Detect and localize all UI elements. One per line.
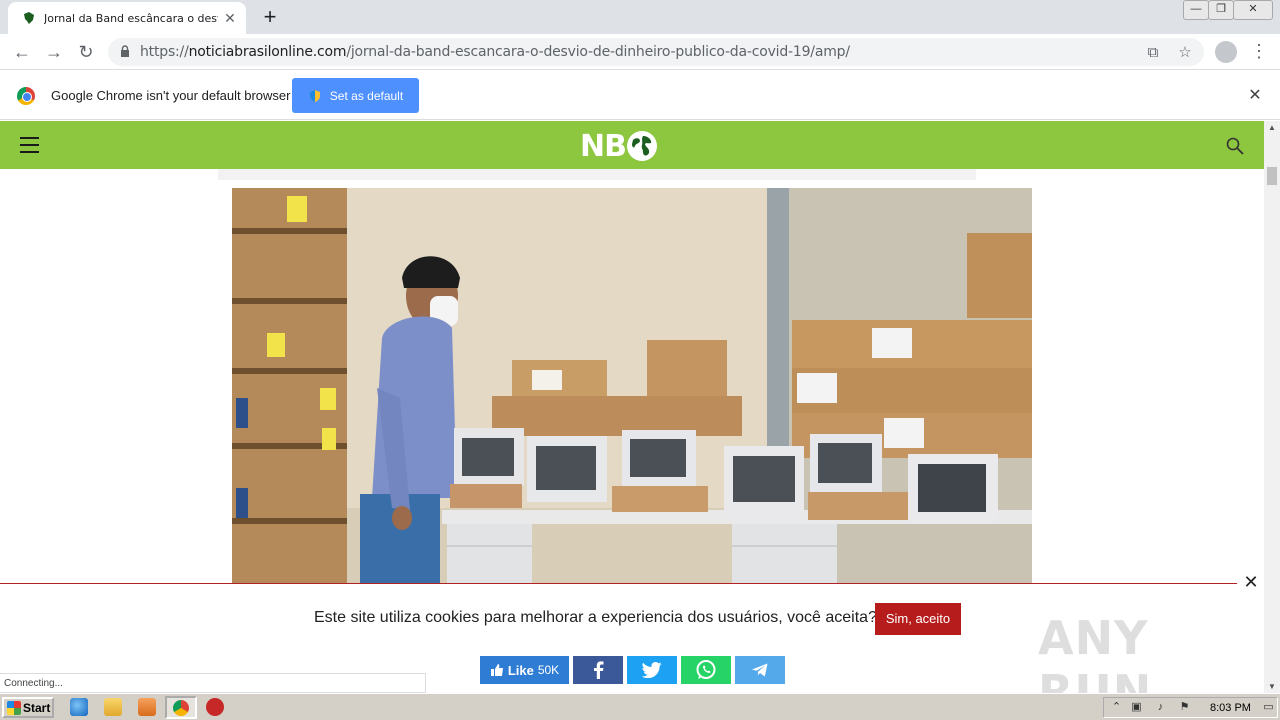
forward-arrow-icon[interactable]: → — [42, 40, 66, 64]
article-hero-image[interactable] — [232, 188, 1032, 588]
address-bar[interactable]: https://noticiabrasilonline.com/jornal-d… — [108, 38, 1204, 66]
page-scrollbar[interactable]: ▲ ▼ — [1264, 121, 1280, 693]
url-text[interactable]: https://noticiabrasilonline.com/jornal-d… — [140, 44, 850, 60]
like-count: 50K — [537, 663, 560, 677]
whatsapp-share-icon[interactable] — [681, 656, 731, 684]
anyrun-watermark: ANY RUN — [1038, 611, 1153, 693]
bookmark-star-icon[interactable]: ☆ — [1176, 44, 1194, 62]
left-shelf-boxes — [232, 188, 347, 588]
new-tab-button[interactable]: + — [258, 6, 282, 30]
scroll-up-arrow-icon[interactable]: ▲ — [1268, 123, 1276, 132]
browser-menu-icon[interactable]: ⋮ — [1250, 40, 1268, 64]
thumbs-up-icon — [490, 664, 503, 676]
antivirus-alert-icon[interactable] — [206, 698, 224, 716]
windows-flag-icon — [7, 700, 21, 715]
facebook-like-button[interactable]: Like 50K — [480, 656, 569, 684]
telegram-share-icon[interactable] — [735, 656, 785, 684]
tray-expand-icon[interactable]: ⌃ — [1110, 701, 1123, 714]
action-center-flag-icon[interactable]: ⚑ — [1178, 701, 1191, 714]
default-browser-infobar: Google Chrome isn't your default browser… — [0, 71, 1280, 120]
status-bubble: Connecting... — [0, 673, 426, 693]
header-shadow-bar — [218, 169, 976, 180]
infobar-message: Google Chrome isn't your default browser — [51, 88, 291, 103]
tab-strip: Jornal da Band escâncara o desvio d ✕ + … — [0, 0, 1280, 34]
hamburger-menu-icon[interactable] — [20, 137, 39, 153]
media-player-icon[interactable] — [138, 698, 156, 716]
volume-icon[interactable]: ♪ — [1154, 701, 1167, 714]
internet-explorer-icon[interactable] — [70, 698, 88, 716]
tab-close-icon[interactable]: ✕ — [222, 10, 238, 26]
browser-tab[interactable]: Jornal da Band escâncara o desvio d ✕ — [8, 2, 246, 34]
chrome-taskbar-button[interactable] — [165, 696, 197, 719]
set-as-default-label: Set as default — [329, 88, 404, 103]
set-as-default-button[interactable]: Set as default — [292, 78, 419, 113]
facebook-share-icon[interactable] — [573, 656, 623, 684]
browser-toolbar: ← → ↻ https://noticiabrasilonline.com/jo… — [0, 34, 1280, 70]
twitter-share-icon[interactable] — [627, 656, 677, 684]
search-icon[interactable] — [1226, 137, 1244, 155]
cookie-close-icon[interactable]: ✕ — [1237, 568, 1264, 596]
show-desktop-icon[interactable]: ▭ — [1262, 701, 1275, 714]
globe-icon — [626, 131, 657, 161]
page-viewport: NB ✕ Este site utiliza cookies para melh… — [0, 121, 1264, 693]
lock-icon — [121, 45, 129, 57]
translate-icon[interactable]: ⧉ — [1144, 44, 1162, 62]
site-header: NB — [0, 121, 1264, 169]
scroll-thumb[interactable] — [1267, 167, 1277, 185]
logo-text: NB — [580, 128, 627, 164]
cookie-message: Este site utiliza cookies para melhorar … — [314, 609, 877, 626]
infobar-close-icon[interactable]: ✕ — [1246, 87, 1264, 105]
minimize-button[interactable]: — — [1183, 0, 1209, 20]
tab-title: Jornal da Band escâncara o desvio d — [44, 11, 218, 25]
chrome-icon — [173, 700, 189, 716]
start-label: Start — [23, 700, 51, 715]
share-bar: Like 50K — [480, 656, 785, 684]
brazil-map-favicon-icon — [24, 12, 34, 24]
system-tray: ⌃ ▣ ♪ ⚑ 8:03 PM ▭ — [1103, 697, 1278, 718]
back-arrow-icon[interactable]: ← — [10, 40, 34, 64]
profile-avatar-icon[interactable] — [1215, 41, 1237, 63]
start-button[interactable]: Start — [2, 697, 54, 718]
network-icon[interactable]: ▣ — [1130, 701, 1143, 714]
reload-icon[interactable]: ↻ — [74, 40, 98, 64]
like-label: Like — [507, 662, 534, 678]
scroll-down-arrow-icon[interactable]: ▼ — [1268, 682, 1276, 691]
cookie-accept-button[interactable]: Sim, aceito — [875, 603, 961, 635]
site-logo[interactable]: NB — [580, 128, 657, 164]
taskbar-clock[interactable]: 8:03 PM — [1210, 702, 1251, 714]
shield-icon — [309, 89, 320, 102]
windows-taskbar: Start ⌃ ▣ ♪ ⚑ 8:03 PM ▭ — [0, 693, 1280, 720]
file-explorer-icon[interactable] — [104, 698, 122, 716]
window-close-button[interactable]: ✕ — [1233, 0, 1273, 20]
chrome-logo-icon — [17, 87, 35, 105]
restore-button[interactable]: ❐ — [1208, 0, 1234, 20]
